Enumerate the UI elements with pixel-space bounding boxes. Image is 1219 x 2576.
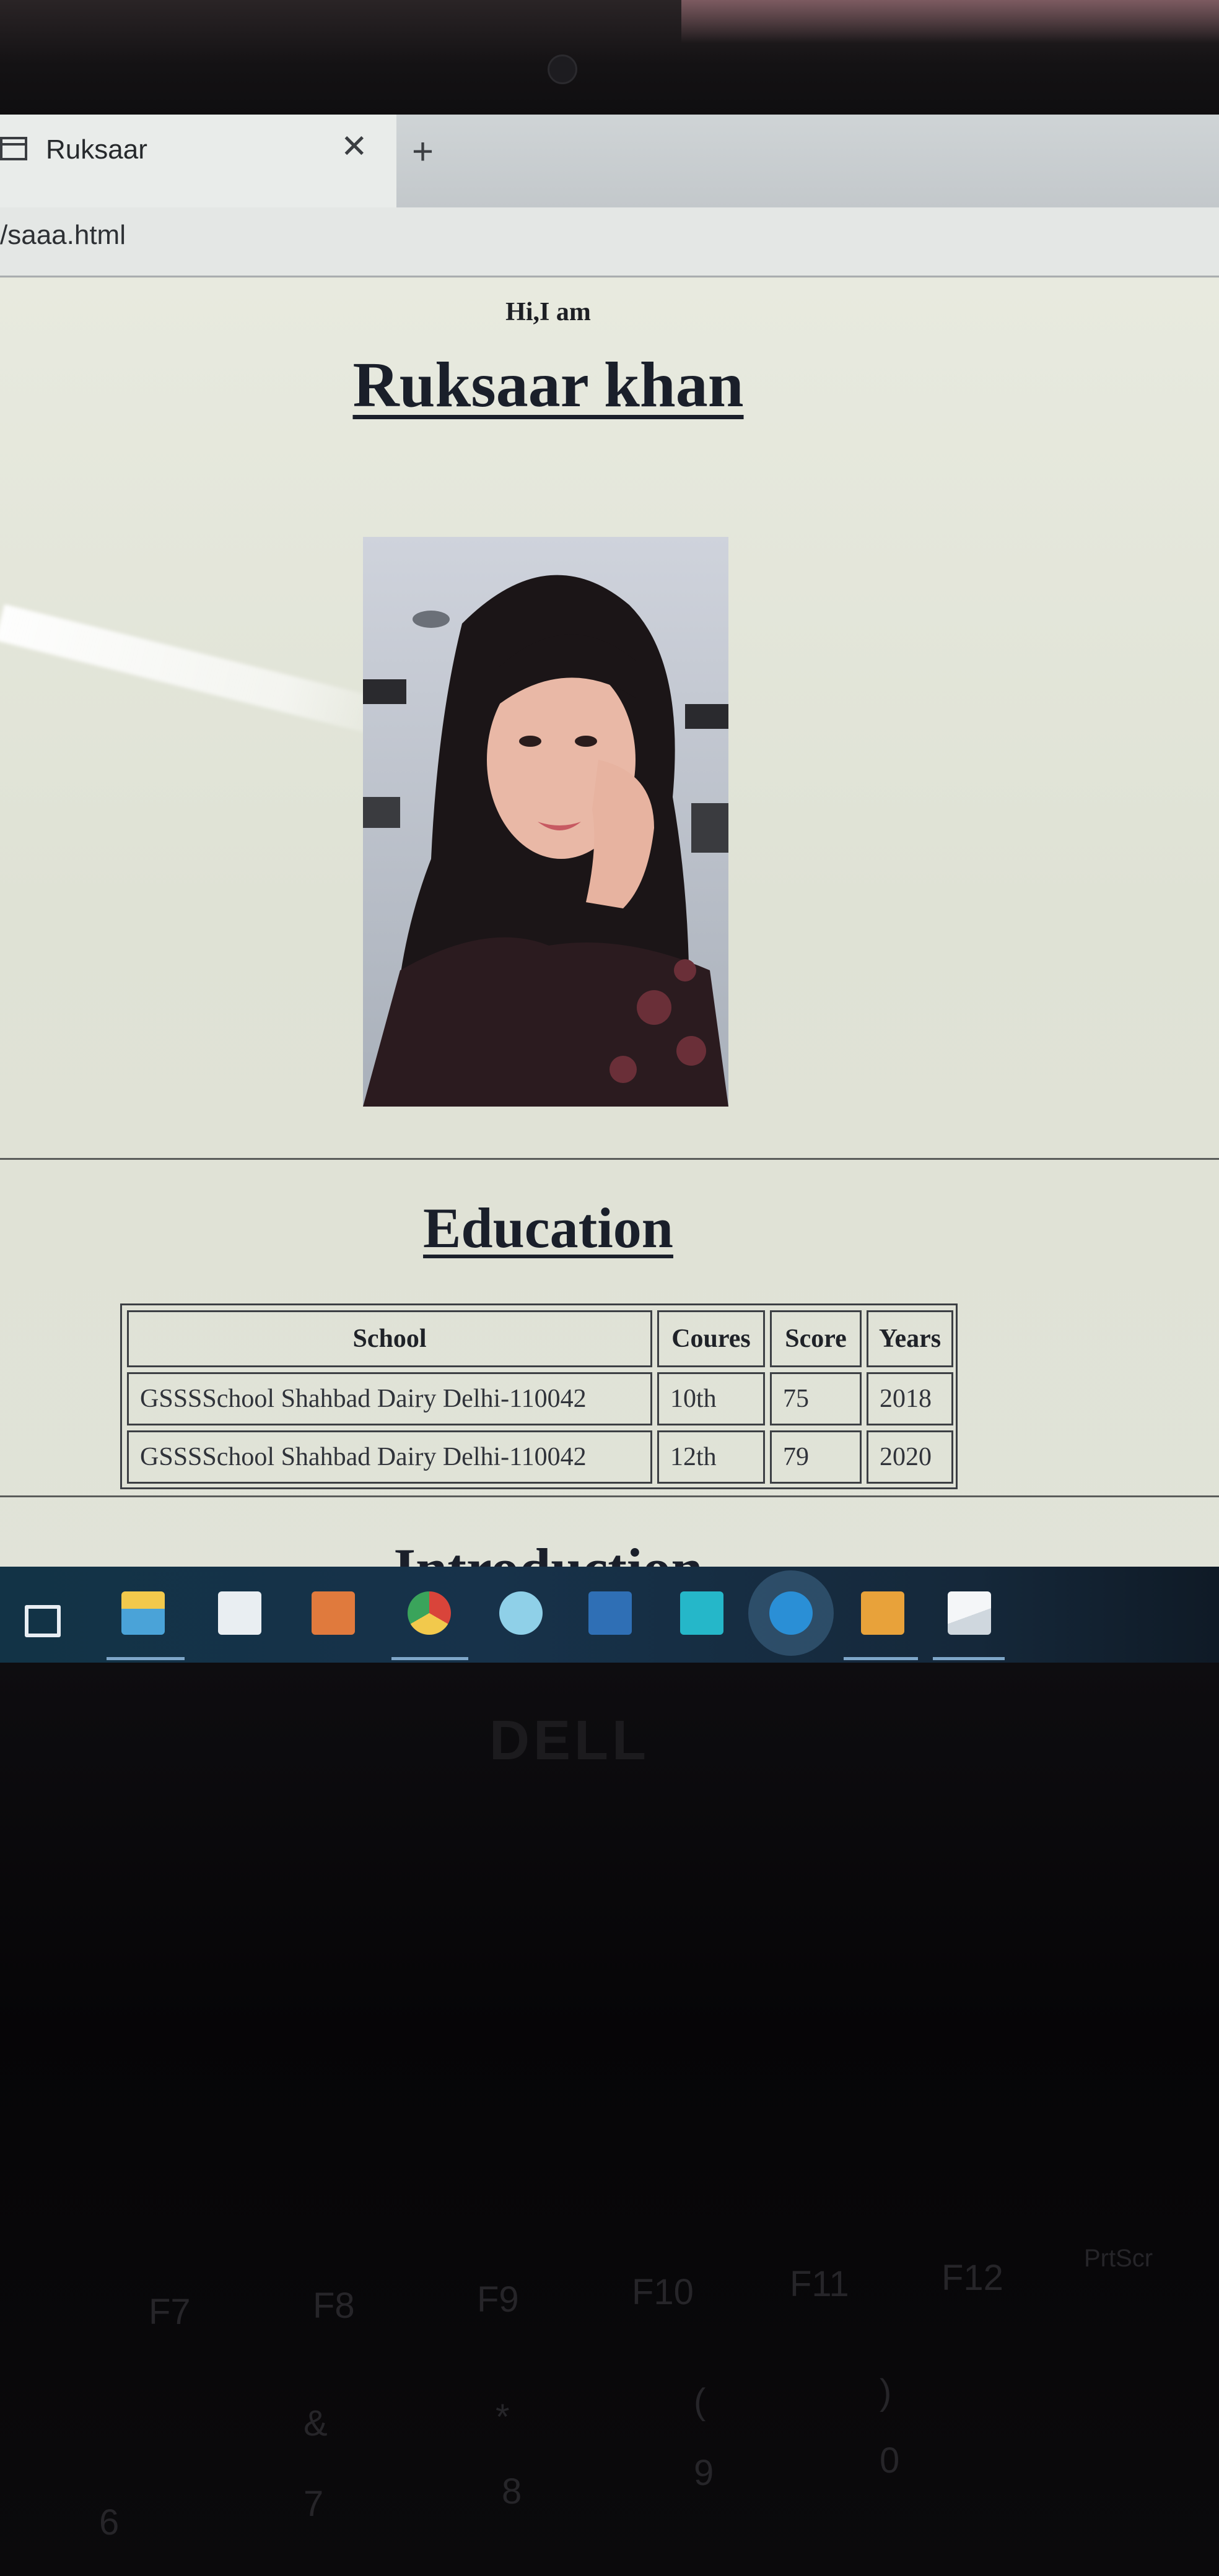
keyboard-key: 6 [99,2502,120,2543]
keyboard-key: F7 [149,2292,191,2332]
active-indicator [933,1657,1005,1660]
address-text[interactable]: /saaa.html [0,220,126,251]
keyboard-key: F12 [942,2258,1003,2298]
page-icon [0,137,27,160]
laptop-screen: Ruksaar ✕ + /saaa.html Hi,I am Ruksaar k… [0,115,1219,1663]
app-icon[interactable] [680,1591,723,1635]
keyboard-key: 7 [304,2484,324,2524]
webcam-icon [548,54,577,84]
active-indicator [844,1657,918,1660]
table-cell-school: GSSSSchool Shahbad Dairy Delhi-110042 [127,1372,652,1425]
laptop-bezel-top [0,0,1219,118]
task-view-icon[interactable] [25,1605,61,1637]
keyboard-key: F9 [477,2279,519,2320]
browser-tab[interactable]: Ruksaar ✕ [0,115,396,207]
table-cell-score: 75 [770,1372,862,1425]
education-heading-text: Education [423,1196,673,1260]
keyboard-key: F11 [790,2264,849,2304]
word-icon[interactable] [588,1591,632,1635]
table-header-school: School [127,1310,652,1367]
table-header-course: Coures [657,1310,765,1367]
keyboard-key: PrtScr [1084,2245,1153,2272]
table-cell-year: 2020 [867,1430,953,1484]
calculator-icon[interactable] [312,1591,355,1635]
table-header-years: Years [867,1310,953,1367]
table-cell-course: 10th [657,1372,765,1425]
keyboard-key: * [496,2397,510,2437]
education-table: School Coures Score Years GSSSSchool Sha… [120,1303,958,1489]
new-tab-button[interactable]: + [412,133,434,170]
section-divider [0,1495,1219,1497]
background-reflection [681,0,1219,43]
keyboard-key: 9 [694,2453,714,2493]
keyboard-key: 0 [880,2440,900,2481]
section-divider [0,1158,1219,1160]
keyboard-key: & [304,2403,328,2443]
keyboard-key: ( [694,2382,706,2422]
keyboard-key: ) [880,2372,892,2413]
keyboard-key: F10 [632,2272,694,2312]
photos-icon[interactable] [948,1591,991,1635]
tab-title: Ruksaar [46,134,147,165]
chrome-icon[interactable] [408,1591,451,1635]
profile-photo [363,537,728,1107]
address-bar[interactable] [0,207,1219,277]
browser-tab-bar: Ruksaar ✕ + [0,115,1219,207]
keyboard-key: 8 [502,2471,522,2512]
education-heading: Education [0,1195,1096,1261]
page-title: Ruksaar khan [0,347,1096,424]
sublime-icon[interactable] [861,1591,904,1635]
name-text: Ruksaar khan [352,349,744,420]
active-indicator [391,1657,468,1660]
table-cell-course: 12th [657,1430,765,1484]
file-explorer-icon[interactable] [121,1591,165,1635]
safari-icon[interactable] [499,1591,543,1635]
store-icon[interactable] [218,1591,261,1635]
close-tab-icon[interactable]: ✕ [341,131,368,163]
dell-logo: DELL [489,1710,650,1772]
active-indicator [107,1657,185,1660]
greeting-text: Hi,I am [505,298,591,326]
table-header-score: Score [770,1310,862,1367]
table-cell-school: GSSSSchool Shahbad Dairy Delhi-110042 [127,1430,652,1484]
laptop-body [0,1663,1219,2576]
table-cell-year: 2018 [867,1372,953,1425]
edge-icon[interactable] [769,1591,813,1635]
keyboard-key: F8 [313,2286,355,2326]
profile-photo-image [363,537,728,1107]
table-cell-score: 79 [770,1430,862,1484]
